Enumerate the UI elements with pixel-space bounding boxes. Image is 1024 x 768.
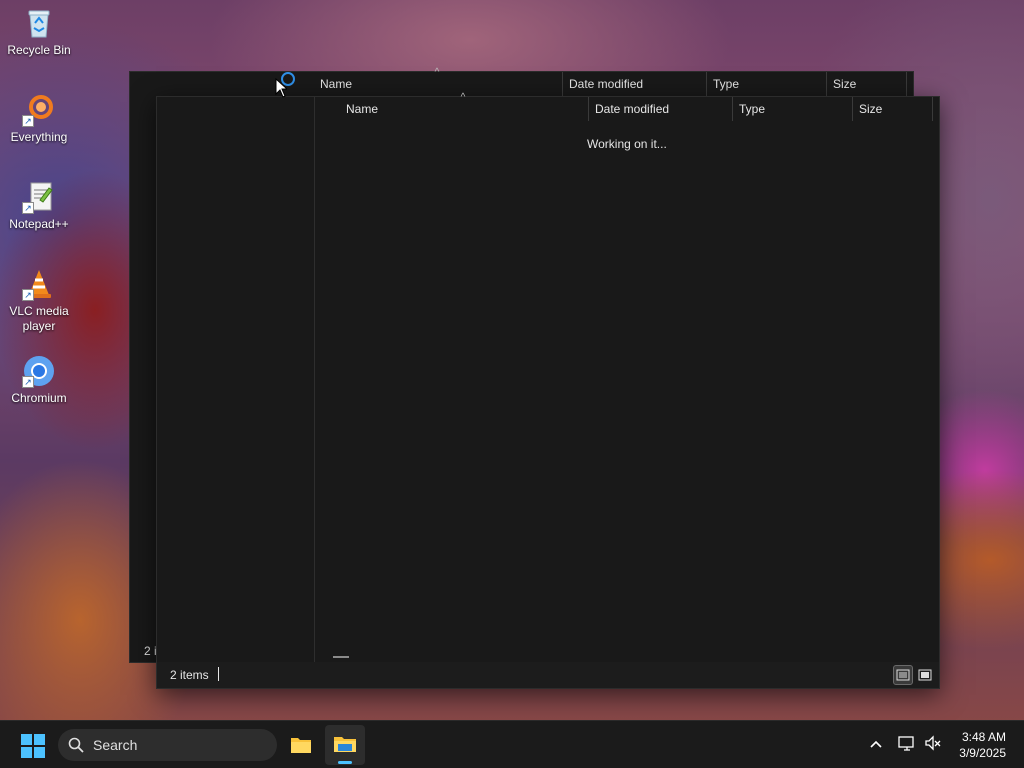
desktop-icon-label: VLC media player [9, 304, 69, 333]
everything-search-icon: ↗ [22, 93, 56, 127]
horizontal-scrollbar-thumb[interactable] [333, 656, 349, 658]
large-icons-view-icon [918, 669, 932, 681]
desktop-icon-recycle-bin[interactable]: Recycle Bin [4, 6, 74, 58]
column-header-row: Name ^ Date modified Type Size [340, 92, 933, 121]
file-explorer-icon [334, 737, 356, 752]
column-header-size[interactable]: Size [827, 72, 907, 96]
desktop-icon-label: Everything [10, 130, 68, 144]
vlc-cone-icon: ↗ [22, 267, 56, 301]
active-app-indicator [338, 761, 352, 764]
column-header-date-modified[interactable]: Date modified [563, 72, 707, 96]
desktop-icon-notepad-plus-plus[interactable]: ↗ Notepad++ [4, 180, 74, 232]
column-header-row: Name ^ Date modified Type Size [314, 67, 907, 96]
details-view-icon [896, 669, 910, 681]
chevron-up-icon [870, 740, 882, 748]
shortcut-arrow-icon: ↗ [22, 202, 34, 214]
desktop-icon-label: Notepad++ [9, 217, 69, 231]
show-hidden-icons-button[interactable] [866, 735, 886, 755]
taskbar-search-box[interactable]: Search [58, 729, 277, 761]
shortcut-arrow-icon: ↗ [22, 376, 34, 388]
windows-logo-icon [21, 734, 45, 758]
file-explorer-window[interactable]: Name ^ Date modified Type Size Working o… [156, 92, 940, 689]
column-header-name[interactable]: Name ^ [314, 67, 563, 96]
column-header-date-modified[interactable]: Date modified [589, 97, 733, 121]
chromium-icon: ↗ [22, 354, 56, 388]
taskbar: Search 3:48 AM 3/9/2025 [0, 720, 1024, 768]
network-disconnected-icon [898, 736, 914, 751]
search-icon [68, 737, 84, 753]
navigation-pane[interactable] [157, 97, 315, 664]
shortcut-arrow-icon: ↗ [22, 289, 34, 301]
desktop-icon-vlc[interactable]: ↗ VLC media player [4, 267, 74, 334]
status-bar-item-count: 2 items [170, 668, 209, 682]
taskbar-file-explorer[interactable] [281, 725, 321, 765]
desktop-icon-label: Chromium [11, 391, 67, 405]
notepad-plus-plus-icon: ↗ [22, 180, 56, 214]
details-view-button[interactable] [893, 665, 913, 685]
taskbar-file-explorer-active[interactable] [325, 725, 365, 765]
status-bar-divider [218, 667, 219, 681]
column-header-name[interactable]: Name ^ [340, 92, 589, 121]
taskbar-clock[interactable]: 3:48 AM 3/9/2025 [959, 729, 1006, 761]
mouse-pointer-icon [275, 78, 287, 98]
large-icons-view-button[interactable] [915, 665, 935, 685]
start-button[interactable] [12, 725, 52, 765]
network-status-button[interactable] [898, 735, 918, 755]
clock-date: 3/9/2025 [959, 746, 1006, 760]
loading-message: Working on it... [587, 137, 667, 151]
column-header-type[interactable]: Type [733, 97, 853, 121]
folder-icon [291, 738, 311, 753]
desktop-icon-chromium[interactable]: ↗ Chromium [4, 354, 74, 406]
recycle-bin-icon [22, 6, 56, 40]
status-bar: 2 items [157, 662, 939, 688]
column-header-type[interactable]: Type [707, 72, 827, 96]
volume-muted-icon [925, 735, 941, 751]
sort-ascending-icon: ^ [460, 92, 466, 103]
sort-ascending-icon: ^ [434, 67, 440, 78]
status-bar-item-count: 2 i [144, 644, 157, 658]
search-placeholder: Search [93, 737, 138, 753]
volume-button[interactable] [924, 735, 944, 755]
column-header-size[interactable]: Size [853, 97, 933, 121]
desktop-icon-label: Recycle Bin [7, 43, 71, 57]
shortcut-arrow-icon: ↗ [22, 115, 34, 127]
clock-time: 3:48 AM [961, 730, 1006, 744]
desktop-icon-everything[interactable]: ↗ Everything [4, 93, 74, 145]
